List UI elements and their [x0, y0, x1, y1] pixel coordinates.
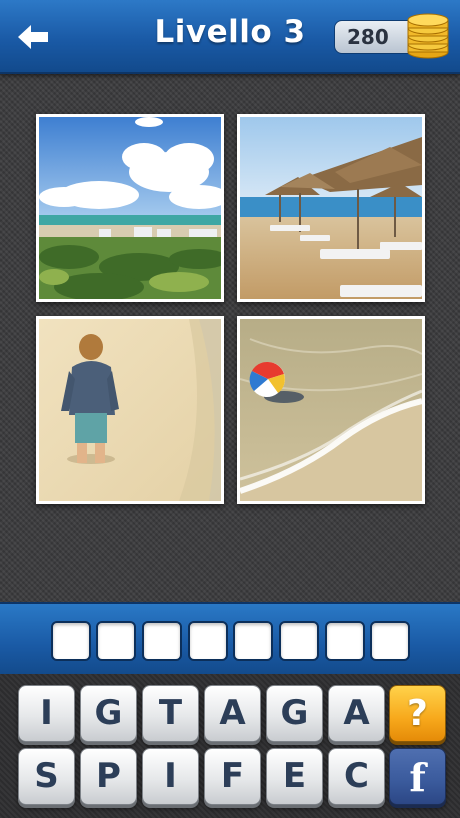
- answer-slot[interactable]: [233, 621, 273, 661]
- coin-stack-icon: [404, 12, 452, 60]
- letter-key[interactable]: S: [18, 748, 75, 805]
- letter-key[interactable]: I: [18, 685, 75, 742]
- letter-key[interactable]: C: [328, 748, 385, 805]
- answer-slot[interactable]: [96, 621, 136, 661]
- answer-slot[interactable]: [279, 621, 319, 661]
- letter-keyboard: I G T A G A ? S P I F E C f: [0, 674, 460, 818]
- answer-bar: [0, 602, 460, 676]
- letter-key[interactable]: A: [204, 685, 261, 742]
- facebook-button[interactable]: f: [389, 748, 446, 805]
- beach-dunes-photo[interactable]: [36, 114, 224, 302]
- answer-slot[interactable]: [142, 621, 182, 661]
- letter-key[interactable]: E: [266, 748, 323, 805]
- coin-count: 280: [347, 25, 389, 49]
- beach-umbrellas-photo[interactable]: [237, 114, 425, 302]
- answer-slot[interactable]: [51, 621, 91, 661]
- letter-key[interactable]: A: [328, 685, 385, 742]
- answer-slot[interactable]: [370, 621, 410, 661]
- letter-key[interactable]: G: [80, 685, 137, 742]
- top-bar: Livello 3 280: [0, 0, 460, 74]
- answer-slot[interactable]: [325, 621, 365, 661]
- hint-button[interactable]: ?: [389, 685, 446, 742]
- letter-key[interactable]: G: [266, 685, 323, 742]
- beach-ball-photo[interactable]: [237, 316, 425, 504]
- letter-key[interactable]: T: [142, 685, 199, 742]
- letter-key[interactable]: F: [204, 748, 261, 805]
- child-on-sand-photo[interactable]: [36, 316, 224, 504]
- answer-slot[interactable]: [188, 621, 228, 661]
- letter-key[interactable]: P: [80, 748, 137, 805]
- letter-key[interactable]: I: [142, 748, 199, 805]
